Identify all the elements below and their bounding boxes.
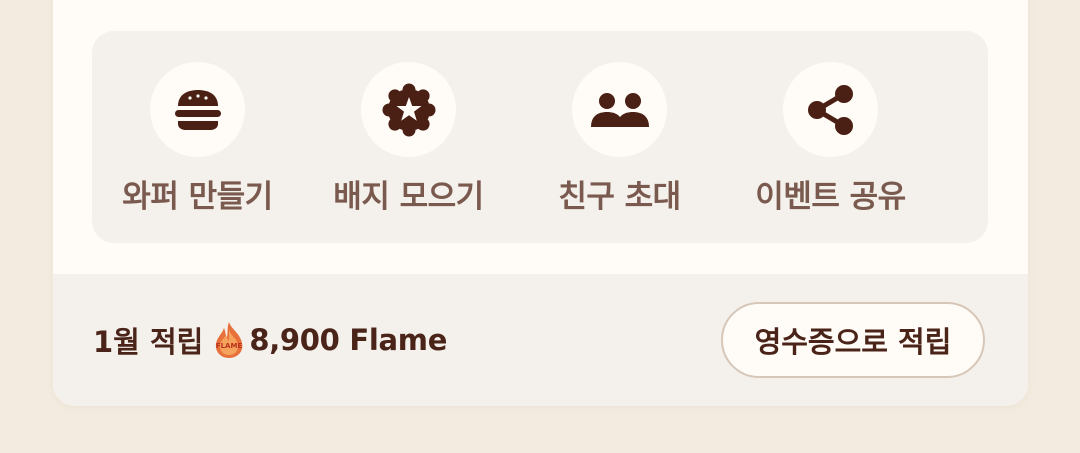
flame-points-value: 8,900 Flame bbox=[249, 323, 448, 357]
share-icon bbox=[807, 84, 853, 135]
flame-icon: FLAME bbox=[216, 322, 243, 358]
burger-icon bbox=[174, 89, 221, 130]
make-whopper-button[interactable]: 와퍼 만들기 bbox=[92, 31, 303, 243]
collect-badges-button[interactable]: 배지 모으기 bbox=[303, 31, 514, 243]
monthly-points: 1월 적립 FLAME 8,900 Flame bbox=[93, 320, 447, 360]
make-whopper-label: 와퍼 만들기 bbox=[122, 179, 273, 215]
month-label: 1월 적립 bbox=[93, 325, 204, 359]
rewards-card: 와퍼 만들기 배지 모으기 친구 초대 이벤트 공유 1월 적립 FLAME 8… bbox=[53, 0, 1028, 406]
invite-friends-button[interactable]: 친구 초대 bbox=[514, 31, 725, 243]
flame-icon-text: FLAME bbox=[216, 342, 243, 350]
collect-badges-icon-circle bbox=[361, 62, 456, 157]
earn-with-receipt-button[interactable]: 영수증으로 적립 bbox=[721, 302, 985, 378]
make-whopper-icon-circle bbox=[150, 62, 245, 157]
invite-friends-label: 친구 초대 bbox=[558, 179, 681, 215]
share-event-icon-circle bbox=[783, 62, 878, 157]
points-footer: 1월 적립 FLAME 8,900 Flame 영수증으로 적립 bbox=[53, 274, 1028, 406]
share-event-label: 이벤트 공유 bbox=[755, 179, 906, 215]
invite-friends-icon-circle bbox=[572, 62, 667, 157]
friends-icon bbox=[590, 92, 649, 127]
quick-actions-panel: 와퍼 만들기 배지 모으기 친구 초대 이벤트 공유 bbox=[92, 31, 988, 243]
share-event-button[interactable]: 이벤트 공유 bbox=[725, 31, 936, 243]
collect-badges-label: 배지 모으기 bbox=[333, 179, 484, 215]
badge-star-icon bbox=[382, 83, 435, 136]
